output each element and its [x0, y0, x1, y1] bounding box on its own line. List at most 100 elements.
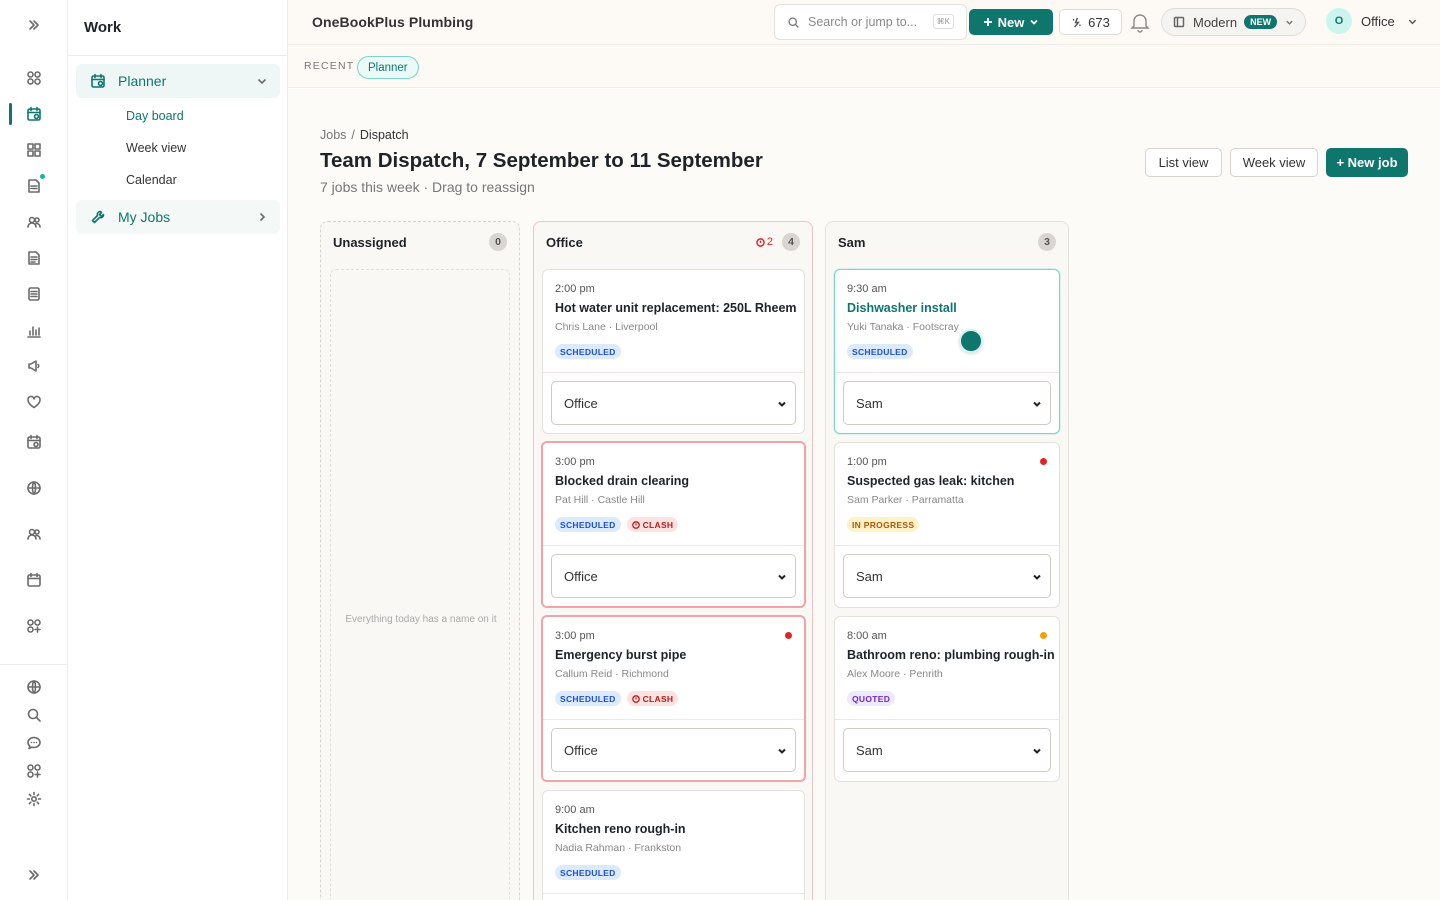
chevron-down-icon	[778, 574, 786, 580]
calendar-alt-icon[interactable]	[16, 428, 52, 456]
job-meta: Chris Lane · Liverpool	[555, 321, 658, 333]
assignee-select[interactable]: Office	[551, 381, 796, 425]
apps-alt-icon[interactable]	[16, 757, 52, 785]
status-dot	[785, 632, 792, 639]
card-divider	[835, 545, 1059, 546]
chat-icon[interactable]	[16, 729, 52, 757]
recent-chip-planner[interactable]: Planner	[357, 56, 419, 79]
status-badge: SCHEDULED	[847, 344, 913, 359]
calendar-icon[interactable]	[16, 100, 52, 128]
recent-bar: RECENT Planner	[288, 44, 1440, 88]
clash-count-badge: 2	[752, 233, 777, 251]
job-card[interactable]: 9:30 am Dishwasher install Yuki Tanaka ·…	[834, 269, 1060, 434]
job-title[interactable]: Hot water unit replacement: 250L Rheem	[555, 301, 797, 315]
team-icon[interactable]	[16, 520, 52, 548]
rail-active-indicator	[9, 103, 12, 125]
clash-icon	[631, 694, 640, 703]
sidebar-subitem-week-view[interactable]: Week view	[126, 141, 186, 155]
sidebar-title: Work	[84, 19, 122, 36]
breadcrumb-dispatch: Dispatch	[359, 128, 409, 142]
mode-switcher[interactable]: Modern NEW	[1161, 8, 1306, 36]
job-title[interactable]: Emergency burst pipe	[555, 648, 686, 662]
job-card[interactable]: 8:00 am Bathroom reno: plumbing rough-in…	[834, 616, 1060, 782]
settings-icon[interactable]	[16, 785, 52, 813]
chart-icon[interactable]	[16, 317, 52, 345]
drag-handle[interactable]	[959, 329, 983, 353]
list-view-button[interactable]: List view	[1145, 148, 1222, 177]
job-title[interactable]: Dishwasher install	[847, 301, 957, 315]
job-card[interactable]: 3:00 pm Blocked drain clearing Pat Hill …	[541, 441, 806, 608]
job-meta: Nadia Rahman · Frankston	[555, 842, 682, 854]
document-icon[interactable]	[16, 172, 52, 200]
clash-icon	[756, 237, 765, 247]
assignee-value: Sam	[856, 742, 883, 758]
assignee-select[interactable]: Sam	[843, 381, 1051, 425]
globe-icon[interactable]	[16, 474, 52, 502]
sidebar-subitem-calendar[interactable]: Calendar	[126, 173, 177, 187]
expand-icon[interactable]	[16, 11, 52, 39]
job-title[interactable]: Blocked drain clearing	[555, 474, 689, 488]
job-card[interactable]: 2:00 pm Hot water unit replacement: 250L…	[542, 269, 805, 434]
search-input[interactable]	[808, 15, 928, 29]
job-count-badge: 4	[782, 233, 800, 251]
job-card[interactable]: 1:00 pm Suspected gas leak: kitchen Sam …	[834, 442, 1060, 608]
megaphone-icon[interactable]	[16, 352, 52, 380]
empty-state-text: Everything today has a name on it	[345, 614, 497, 625]
column-header: Sam 3	[826, 222, 1068, 262]
heart-icon[interactable]	[16, 388, 52, 416]
job-card[interactable]: 3:00 pm Emergency burst pipe Callum Reid…	[541, 615, 806, 782]
file-icon[interactable]	[16, 244, 52, 272]
chevron-down-icon	[778, 748, 786, 754]
main-content: Jobs / Dispatch Team Dispatch, 7 September…	[288, 89, 1440, 900]
globe-icon[interactable]	[16, 673, 52, 701]
list-icon[interactable]	[16, 280, 52, 308]
users-icon[interactable]	[16, 208, 52, 236]
new-job-button[interactable]: + New job	[1326, 148, 1408, 177]
assignee-select[interactable]: Office	[551, 728, 796, 772]
status-badge: SCHEDULED	[555, 865, 621, 880]
sidebar: Work Planner Day board Week view Calenda…	[68, 0, 288, 900]
grid-icon[interactable]	[16, 136, 52, 164]
assignee-value: Office	[564, 568, 598, 584]
collapse-icon[interactable]	[16, 861, 52, 889]
chevron-down-icon	[1033, 401, 1041, 407]
sidebar-item-my-jobs[interactable]: My Jobs	[76, 200, 280, 234]
search-box[interactable]: ⌘K	[774, 4, 967, 40]
assignee-select[interactable]: Sam	[843, 728, 1051, 772]
job-title[interactable]: Suspected gas leak: kitchen	[847, 474, 1014, 488]
sidebar-divider	[68, 55, 288, 56]
card-divider	[835, 719, 1059, 720]
column-office[interactable]: Office 2 4 2:00 pm Hot water unit replac…	[533, 221, 813, 900]
job-meta: Sam Parker · Parramatta	[847, 494, 964, 506]
job-time: 9:00 am	[555, 804, 595, 816]
week-view-button[interactable]: Week view	[1230, 148, 1318, 177]
job-title[interactable]: Kitchen reno rough-in	[555, 822, 686, 836]
sidebar-item-label: Planner	[118, 73, 167, 89]
job-title[interactable]: Bathroom reno: plumbing rough-in	[847, 648, 1055, 662]
dashboard-icon[interactable]	[16, 64, 52, 92]
clash-icon	[631, 520, 640, 529]
drop-zone[interactable]: Everything today has a name on it	[330, 269, 510, 900]
new-button[interactable]: New	[969, 9, 1053, 35]
credits-button[interactable]: 673	[1059, 9, 1122, 35]
column-unassigned[interactable]: Unassigned 0 Everything today has a name…	[320, 221, 520, 900]
assignee-select[interactable]: Office	[551, 554, 796, 598]
search-icon[interactable]	[16, 701, 52, 729]
breadcrumb-jobs[interactable]: Jobs	[320, 128, 346, 142]
user-menu[interactable]: O Office	[1326, 8, 1418, 34]
job-card[interactable]: 9:00 am Kitchen reno rough-in Nadia Rahm…	[542, 790, 805, 900]
assignee-select[interactable]: Sam	[843, 554, 1051, 598]
apps-icon[interactable]	[16, 612, 52, 640]
sidebar-subitem-day-board[interactable]: Day board	[126, 109, 184, 123]
status-badge: SCHEDULED	[555, 344, 621, 359]
top-bar: OneBookPlus Plumbing ⌘K New 673 Modern N…	[288, 0, 1440, 44]
assignee-value: Sam	[856, 568, 883, 584]
notifications-button[interactable]	[1128, 10, 1152, 34]
card-divider	[543, 545, 804, 546]
schedule-icon[interactable]	[16, 566, 52, 594]
sparkle-icon	[1072, 17, 1081, 28]
assignee-value: Office	[564, 395, 598, 411]
sidebar-item-planner[interactable]: Planner	[76, 64, 280, 98]
column-sam[interactable]: Sam 3 9:30 am Dishwasher install Yuki Ta…	[825, 221, 1069, 900]
status-badge: QUOTED	[847, 691, 896, 706]
